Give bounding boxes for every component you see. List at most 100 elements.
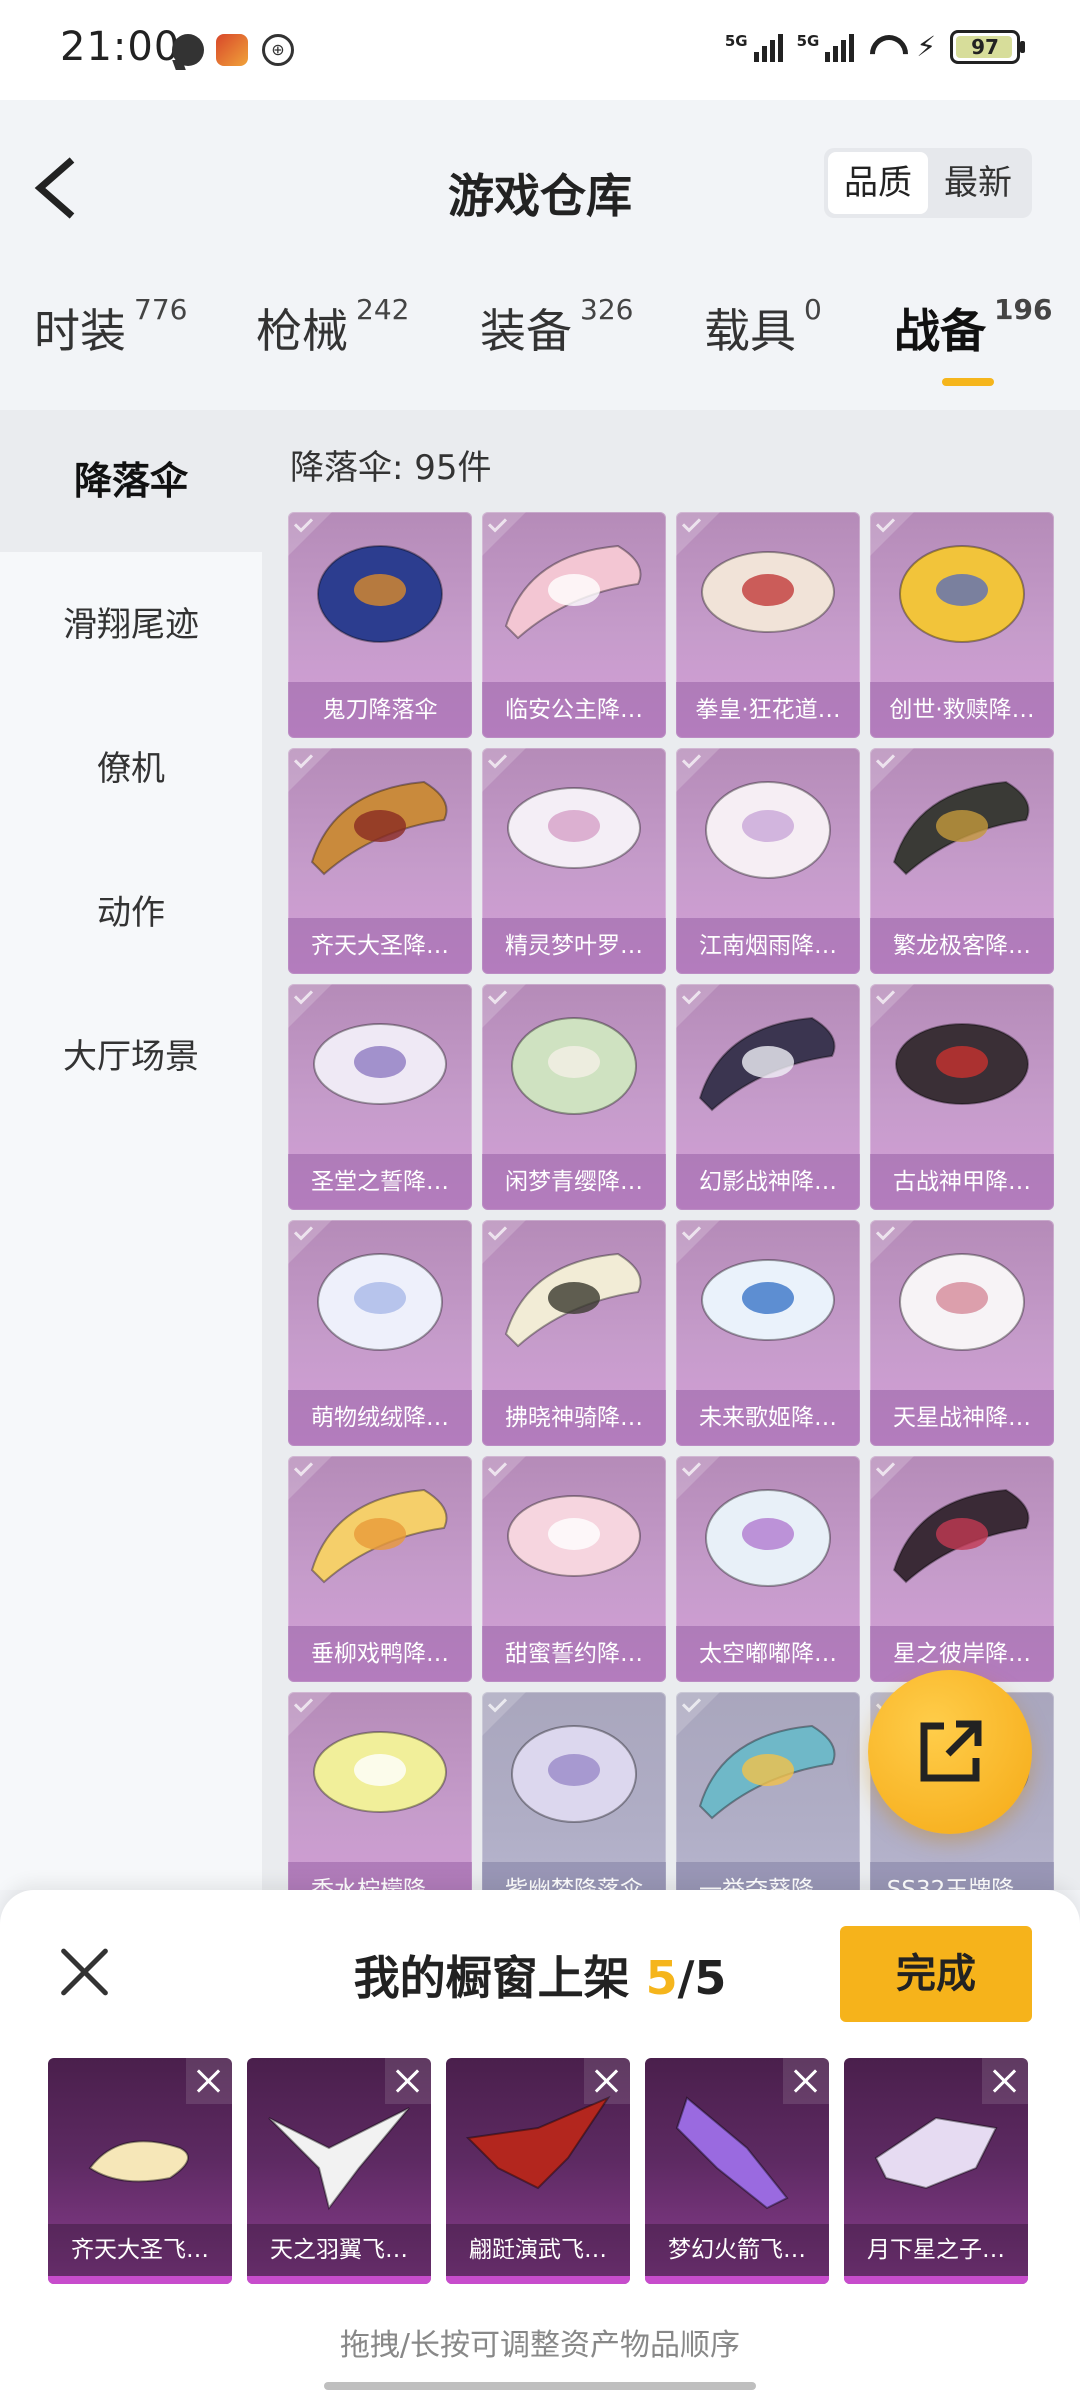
parachute-card[interactable]: 闲梦青缨降… (482, 984, 666, 1210)
parachute-name: 一举夺葵降… (676, 1862, 860, 1890)
parachute-image (701, 1259, 835, 1341)
parachute-card[interactable]: 垂柳戏鸭降… (288, 1456, 472, 1682)
parachute-image (511, 1017, 637, 1115)
parachute-image (317, 545, 443, 643)
parachute-card[interactable]: 繁龙极客降… (870, 748, 1054, 974)
sidebar-item-lobby-scene[interactable]: 大厅场景 (0, 986, 262, 1128)
home-indicator[interactable] (324, 2382, 756, 2390)
parachute-name: 创世·救赎降… (870, 682, 1054, 738)
parachute-card[interactable]: 紫幽梦降落伞 (482, 1692, 666, 1890)
parachute-name: 幻影战神降… (676, 1154, 860, 1210)
share-fab-button[interactable] (868, 1670, 1032, 1834)
tab-equipment[interactable]: 装备 326 (480, 293, 633, 361)
showcase-sheet: 我的橱窗上架 5/5 完成 齐天大圣飞… 天之羽翼飞… 翩跹演武飞… 梦幻火箭飞… 月下… (0, 1890, 1080, 2400)
game-notification-icon (216, 34, 248, 66)
category-tabs: 时装 776 枪械 242 装备 326 载具 0 战备 196 (0, 293, 1080, 385)
showcase-slot-name: 月下星之子… (844, 2224, 1028, 2276)
parachute-image (698, 1016, 836, 1112)
parachute-name: 临安公主降… (482, 682, 666, 738)
parachute-card[interactable]: 圣堂之誓降… (288, 984, 472, 1210)
parachute-name: SS32王牌降… (870, 1862, 1054, 1890)
parachute-name: 江南烟雨降… (676, 918, 860, 974)
parachute-card[interactable]: 创世·救赎降… (870, 512, 1054, 738)
sort-newest-button[interactable]: 最新 (928, 152, 1028, 214)
showcase-slot[interactable]: 梦幻火箭飞… (645, 2058, 829, 2284)
parachute-image (511, 1725, 637, 1823)
tab-vehicles[interactable]: 载具 0 (704, 293, 822, 361)
parachute-card[interactable]: 太空嘟嘟降… (676, 1456, 860, 1682)
showcase-slot[interactable]: 翩跹演武飞… (446, 2058, 630, 2284)
parachute-card[interactable]: 拂晓神骑降… (482, 1220, 666, 1446)
parachute-name: 拂晓神骑降… (482, 1390, 666, 1446)
parachute-image (317, 1253, 443, 1351)
parachute-card[interactable]: 古战神甲降… (870, 984, 1054, 1210)
reorder-hint: 拖拽/长按可调整资产物品顺序 (339, 2328, 741, 2363)
glider-image (465, 2095, 611, 2190)
parachute-image (701, 551, 835, 633)
showcase-slot-name: 翩跹演武飞… (446, 2224, 630, 2276)
glider-image (874, 2116, 998, 2190)
parachute-card[interactable]: 精灵梦叶罗… (482, 748, 666, 974)
parachute-name: 圣堂之誓降… (288, 1154, 472, 1210)
parachute-card[interactable]: 临安公主降… (482, 512, 666, 738)
sidebar-item-parachute[interactable]: 降落伞 (0, 410, 262, 552)
showcase-slot-name: 齐天大圣飞… (48, 2224, 232, 2276)
parachute-card[interactable]: 未来歌姬降… (676, 1220, 860, 1446)
parachute-card[interactable]: 星之彼岸降… (870, 1456, 1054, 1682)
battery-icon: 97 (950, 30, 1025, 64)
rarity-bar (48, 2276, 232, 2284)
parachute-image (892, 1488, 1030, 1584)
parachute-name: 古战神甲降… (870, 1154, 1054, 1210)
parachute-name: 天星战神降… (870, 1390, 1054, 1446)
parachute-name: 闲梦青缨降… (482, 1154, 666, 1210)
showcase-slot[interactable]: 天之羽翼飞… (247, 2058, 431, 2284)
parachute-card[interactable]: 拳皇·狂花道… (676, 512, 860, 738)
parachute-name: 萌物绒绒降… (288, 1390, 472, 1446)
parachute-card[interactable]: 齐天大圣降… (288, 748, 472, 974)
parachute-card[interactable]: 香水柠檬降… (288, 1692, 472, 1890)
tab-fashion[interactable]: 时装 776 (34, 293, 187, 361)
parachute-name: 鬼刀降落伞 (288, 682, 472, 738)
done-button[interactable]: 完成 (840, 1926, 1032, 2022)
parachute-name: 太空嘟嘟降… (676, 1626, 860, 1682)
parachute-card[interactable]: 鬼刀降落伞 (288, 512, 472, 738)
parachute-name: 繁龙极客降… (870, 918, 1054, 974)
signal-2-icon: 5G (797, 32, 855, 62)
parachute-card[interactable]: 江南烟雨降… (676, 748, 860, 974)
showcase-slot[interactable]: 月下星之子… (844, 2058, 1028, 2284)
parachute-image (705, 1489, 831, 1587)
signal-1-icon: 5G (725, 32, 783, 62)
chat-notification-icon (172, 34, 204, 66)
parachute-card[interactable]: 一举夺葵降… (676, 1692, 860, 1890)
status-time: 21:00 (60, 24, 181, 70)
share-external-icon (920, 1720, 982, 1782)
sidebar-item-glide-trail[interactable]: 滑翔尾迹 (0, 554, 262, 696)
parachute-card[interactable]: 幻影战神降… (676, 984, 860, 1210)
wifi-icon (868, 33, 902, 61)
rarity-bar (247, 2276, 431, 2284)
rarity-bar (844, 2276, 1028, 2284)
parachute-image (892, 780, 1030, 876)
parachute-card[interactable]: 天星战神降… (870, 1220, 1054, 1446)
parachute-name: 精灵梦叶罗… (482, 918, 666, 974)
parachute-name: 香水柠檬降… (288, 1862, 472, 1890)
glider-image (268, 2107, 410, 2211)
glider-image (88, 2140, 189, 2183)
tab-battle-gear[interactable]: 战备 196 (894, 293, 1052, 361)
sidebar-item-emote[interactable]: 动作 (0, 842, 262, 984)
parachute-card[interactable]: 萌物绒绒降… (288, 1220, 472, 1446)
charging-icon: ⚡ (916, 30, 936, 63)
sort-quality-button[interactable]: 品质 (828, 152, 928, 214)
parachute-image (310, 1488, 448, 1584)
active-tab-indicator (942, 378, 994, 386)
subcategory-sidebar: 降落伞 滑翔尾迹 僚机 动作 大厅场景 (0, 410, 262, 1890)
parachute-image (504, 1252, 642, 1348)
showcase-slot[interactable]: 齐天大圣飞… (48, 2058, 232, 2284)
parachute-image (899, 545, 1025, 643)
parachute-image (507, 1495, 641, 1577)
tab-guns[interactable]: 枪械 242 (256, 293, 409, 361)
sidebar-item-wingman[interactable]: 僚机 (0, 698, 262, 840)
rarity-bar (645, 2276, 829, 2284)
parachute-image (313, 1023, 447, 1105)
parachute-card[interactable]: 甜蜜誓约降… (482, 1456, 666, 1682)
